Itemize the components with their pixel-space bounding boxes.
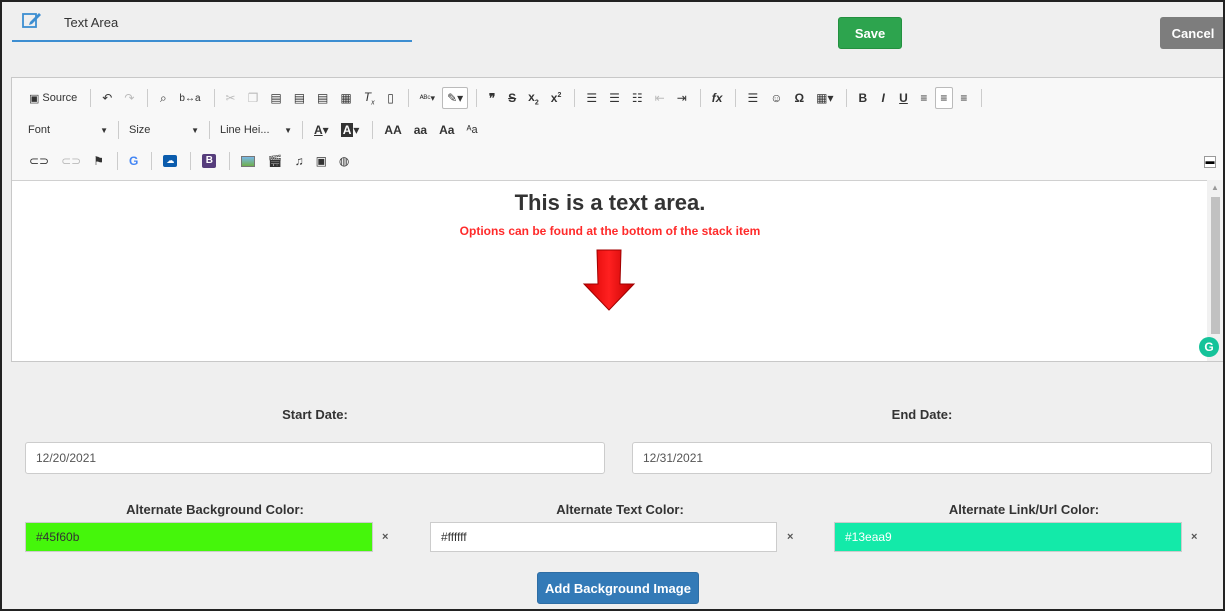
content-subtext: Options can be found at the bottom of th…	[459, 224, 761, 238]
line-height-select[interactable]: Line Hei... ▼	[216, 119, 296, 141]
smiley-icon[interactable]: ☺	[765, 87, 787, 109]
alt-text-color-label: Alternate Text Color:	[556, 502, 684, 517]
alt-bg-color-label: Alternate Background Color:	[126, 502, 304, 517]
alt-link-color-input[interactable]	[834, 522, 1182, 552]
save-button[interactable]: Save	[838, 17, 902, 49]
chevron-down-icon: ▼	[284, 125, 292, 135]
superscript-icon[interactable]: x2	[546, 87, 567, 109]
alt-bg-clear-icon[interactable]: ×	[382, 531, 388, 543]
anchor-icon[interactable]: ⚑	[88, 150, 109, 172]
link-icon[interactable]: ⊂⊃	[24, 150, 54, 172]
editor-scrollbar[interactable]: ▲	[1207, 180, 1223, 361]
redo-icon[interactable]: ↷	[119, 87, 139, 109]
align-right-icon[interactable]: ≡	[955, 87, 973, 109]
table-icon[interactable]: ▦▾	[811, 87, 838, 109]
content-heading: This is a text area.	[514, 190, 706, 215]
transform-case-icon[interactable]: ᴬa	[461, 119, 482, 141]
lowercase-icon[interactable]: aa	[409, 119, 432, 141]
increase-indent-icon[interactable]: ⇥	[672, 87, 692, 109]
down-arrow-icon	[582, 249, 636, 311]
find-icon[interactable]: ⌕	[154, 87, 172, 109]
cut-icon[interactable]: ✂	[221, 87, 241, 109]
replace-icon[interactable]: b↔a	[174, 87, 205, 109]
alt-bg-color-input[interactable]	[25, 522, 373, 552]
editor-panel: Text Area Save Cancel ▣ Source ↶ ↷ ⌕ b↔a…	[0, 0, 1225, 611]
source-icon: ▣	[29, 92, 40, 105]
bootstrap-icon[interactable]: B	[197, 150, 221, 172]
blockquote-icon[interactable]: ❞	[483, 87, 501, 109]
toolbar-row-1: ▣ Source ↶ ↷ ⌕ b↔a ✂ ❐ ▤ ▤ ▤ ▦ Tx ▯ ᴬᴮᶜ▾	[24, 86, 988, 110]
font-select-label: Font	[28, 124, 51, 136]
toolbar-row-2: Font ▼ Size ▼ Line Hei... ▼ A ▾ A ▾ AA a…	[24, 118, 485, 142]
chevron-down-icon: ▼	[100, 125, 108, 135]
start-date-label: Start Date:	[282, 407, 348, 422]
alt-text-color-input[interactable]	[430, 522, 777, 552]
text-color-icon[interactable]: A ▾	[309, 119, 334, 141]
numbered-list-icon[interactable]: ☰	[581, 87, 602, 109]
alt-link-color-label: Alternate Link/Url Color:	[948, 502, 1100, 517]
paste-icon[interactable]: ▤	[265, 87, 286, 109]
google-icon[interactable]: G	[124, 150, 143, 172]
subscript-icon[interactable]: x2	[523, 87, 544, 109]
select-all-icon[interactable]: ▯	[382, 87, 400, 109]
rich-text-editor: ▣ Source ↶ ↷ ⌕ b↔a ✂ ❐ ▤ ▤ ▤ ▦ Tx ▯ ᴬᴮᶜ▾	[11, 77, 1223, 362]
toolbar-row-3: ⊂⊃ ⊂⊃ ⚑ G ☁ B 🎬︎ ♫ ▣ ◍	[24, 149, 356, 173]
align-left-icon[interactable]: ≡	[915, 87, 933, 109]
chevron-down-icon: ▼	[191, 125, 199, 135]
copy-icon[interactable]: ❐	[243, 87, 264, 109]
unlink-icon[interactable]: ⊂⊃	[56, 150, 86, 172]
format-icon[interactable]: ✎▾	[442, 87, 469, 109]
video-icon[interactable]: 🎬︎	[262, 150, 287, 172]
templates-icon[interactable]: ▦	[335, 87, 356, 109]
source-label: Source	[42, 92, 78, 104]
special-char-icon[interactable]: Ω	[789, 87, 809, 109]
undo-icon[interactable]: ↶	[97, 87, 117, 109]
italic-icon[interactable]: I	[874, 87, 892, 109]
end-date-input[interactable]	[632, 442, 1212, 474]
embed-icon[interactable]: ▣	[311, 150, 332, 172]
remove-format-icon[interactable]: Tx	[359, 87, 380, 109]
start-date-input[interactable]	[25, 442, 605, 474]
title-text: Text Area	[64, 15, 119, 30]
cancel-button[interactable]: Cancel	[1160, 17, 1223, 49]
paste-word-icon[interactable]: ▤	[312, 87, 333, 109]
spellcheck-icon[interactable]: ᴬᴮᶜ▾	[415, 87, 441, 109]
underline-icon[interactable]: U	[894, 87, 913, 109]
font-select[interactable]: Font ▼	[24, 119, 112, 141]
source-button[interactable]: ▣ Source	[24, 87, 82, 109]
strike-icon[interactable]: S	[503, 87, 521, 109]
formula-icon[interactable]: fx	[707, 87, 728, 109]
scrollbar-thumb[interactable]	[1211, 197, 1220, 334]
image-icon[interactable]	[236, 150, 260, 172]
size-select[interactable]: Size ▼	[125, 119, 203, 141]
end-date-label: End Date:	[891, 407, 953, 422]
uppercase-icon[interactable]: AA	[379, 119, 406, 141]
alt-link-clear-icon[interactable]: ×	[1191, 531, 1197, 543]
edit-icon	[22, 13, 41, 28]
list-icon[interactable]: ☷	[627, 87, 648, 109]
title-field[interactable]: Text Area	[12, 8, 412, 42]
capitalize-icon[interactable]: Aa	[434, 119, 459, 141]
decrease-indent-icon[interactable]: ⇤	[650, 87, 670, 109]
grammarly-icon[interactable]: G	[1199, 337, 1219, 357]
alt-text-clear-icon[interactable]: ×	[787, 531, 793, 543]
paste-text-icon[interactable]: ▤	[289, 87, 310, 109]
editor-content[interactable]: This is a text area. Options can be foun…	[12, 180, 1208, 361]
line-height-select-label: Line Hei...	[220, 124, 270, 136]
background-color-icon[interactable]: A ▾	[336, 119, 365, 141]
collapse-toolbar-icon[interactable]: ▬	[1204, 156, 1216, 168]
onedrive-icon[interactable]: ☁	[158, 150, 182, 172]
horizontal-line-icon[interactable]: ☰	[742, 87, 763, 109]
scroll-up-icon[interactable]: ▲	[1211, 183, 1219, 192]
add-background-image-button[interactable]: Add Background Image	[537, 572, 699, 604]
align-center-icon[interactable]: ≡	[934, 87, 953, 109]
audio-icon[interactable]: ♫	[290, 150, 309, 172]
editor-toolbar: ▣ Source ↶ ↷ ⌕ b↔a ✂ ❐ ▤ ▤ ▤ ▦ Tx ▯ ᴬᴮᶜ▾	[12, 78, 1223, 180]
bullet-list-icon[interactable]: ☰	[604, 87, 625, 109]
web-icon[interactable]: ◍	[334, 150, 354, 172]
bold-icon[interactable]: B	[853, 87, 872, 109]
size-select-label: Size	[129, 124, 151, 136]
